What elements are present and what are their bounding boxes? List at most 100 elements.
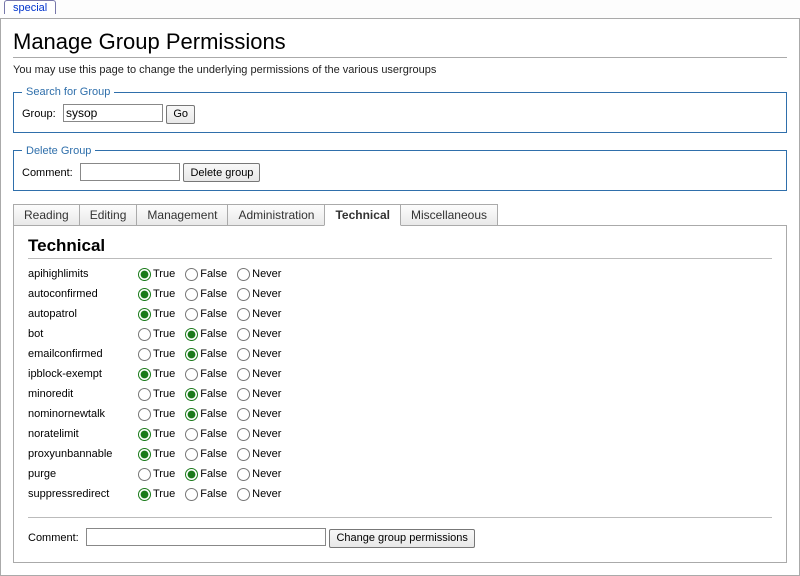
radio-label-t: True [153, 288, 175, 300]
radio-label-n: Never [252, 308, 281, 320]
radio-autopatrol-n[interactable] [237, 308, 250, 321]
group-search-input[interactable] [63, 104, 163, 122]
radio-nominornewtalk-t[interactable] [138, 408, 151, 421]
radio-label-f: False [200, 328, 227, 340]
radio-label-t: True [153, 348, 175, 360]
radio-minoredit-t[interactable] [138, 388, 151, 401]
radio-label-t: True [153, 488, 175, 500]
table-row: minoreditTrueFalseNever [28, 385, 291, 405]
permission-name: emailconfirmed [28, 345, 138, 365]
tab-reading[interactable]: Reading [13, 204, 80, 225]
radio-label-n: Never [252, 388, 281, 400]
permission-name: proxyunbannable [28, 445, 138, 465]
radio-purge-t[interactable] [138, 468, 151, 481]
radio-suppressredirect-n[interactable] [237, 488, 250, 501]
radio-suppressredirect-t[interactable] [138, 488, 151, 501]
radio-autoconfirmed-f[interactable] [185, 288, 198, 301]
tab-management[interactable]: Management [136, 204, 228, 225]
permission-name: autopatrol [28, 305, 138, 325]
category-tabs: ReadingEditingManagementAdministrationTe… [13, 203, 787, 225]
table-row: nominornewtalkTrueFalseNever [28, 405, 291, 425]
radio-label-t: True [153, 408, 175, 420]
table-row: noratelimitTrueFalseNever [28, 425, 291, 445]
permission-name: bot [28, 325, 138, 345]
tab-editing[interactable]: Editing [79, 204, 138, 225]
radio-proxyunbannable-f[interactable] [185, 448, 198, 461]
radio-label-f: False [200, 468, 227, 480]
radio-autoconfirmed-t[interactable] [138, 288, 151, 301]
radio-label-n: Never [252, 448, 281, 460]
table-row: purge True False Never [28, 465, 291, 485]
search-group-fieldset: Search for Group Group: Go [13, 86, 787, 133]
radio-emailconfirmed-t[interactable] [138, 348, 151, 361]
radio-label-n: Never [252, 348, 281, 360]
radio-ipblock-exempt-f[interactable] [185, 368, 198, 381]
radio-label-n: Never [252, 328, 281, 340]
tab-special[interactable]: special [4, 0, 56, 14]
radio-proxyunbannable-n[interactable] [237, 448, 250, 461]
radio-proxyunbannable-t[interactable] [138, 448, 151, 461]
permission-name: noratelimit [28, 425, 138, 445]
tab-administration[interactable]: Administration [227, 204, 325, 225]
page-body: Manage Group Permissions You may use thi… [0, 18, 800, 576]
tab-technical[interactable]: Technical [324, 204, 400, 226]
radio-autopatrol-t[interactable] [138, 308, 151, 321]
radio-bot-n[interactable] [237, 328, 250, 341]
radio-label-f: False [200, 288, 227, 300]
radio-noratelimit-t[interactable] [138, 428, 151, 441]
delete-group-fieldset: Delete Group Comment: Delete group [13, 145, 787, 192]
radio-label-t: True [153, 468, 175, 480]
radio-apihighlimits-t[interactable] [138, 268, 151, 281]
permission-name: ipblock-exempt [28, 365, 138, 385]
permission-name: nominornewtalk [28, 405, 138, 425]
radio-autoconfirmed-n[interactable] [237, 288, 250, 301]
delete-comment-input[interactable] [80, 163, 180, 181]
radio-label-n: Never [252, 488, 281, 500]
radio-purge-f[interactable] [185, 468, 198, 481]
radio-label-t: True [153, 368, 175, 380]
radio-label-n: Never [252, 368, 281, 380]
change-comment-label: Comment: [28, 532, 79, 544]
search-group-legend: Search for Group [22, 86, 114, 98]
radio-label-t: True [153, 268, 175, 280]
radio-label-n: Never [252, 268, 281, 280]
radio-suppressredirect-f[interactable] [185, 488, 198, 501]
radio-apihighlimits-n[interactable] [237, 268, 250, 281]
radio-apihighlimits-f[interactable] [185, 268, 198, 281]
radio-bot-t[interactable] [138, 328, 151, 341]
radio-noratelimit-f[interactable] [185, 428, 198, 441]
radio-bot-f[interactable] [185, 328, 198, 341]
radio-emailconfirmed-f[interactable] [185, 348, 198, 361]
delete-group-button[interactable]: Delete group [183, 163, 260, 182]
change-comment-input[interactable] [86, 528, 326, 546]
delete-comment-label: Comment: [22, 167, 73, 179]
radio-noratelimit-n[interactable] [237, 428, 250, 441]
radio-label-f: False [200, 368, 227, 380]
tab-miscellaneous[interactable]: Miscellaneous [400, 204, 498, 225]
table-row: autopatrolTrueFalseNever [28, 305, 291, 325]
radio-label-f: False [200, 408, 227, 420]
change-permissions-button[interactable]: Change group permissions [329, 529, 474, 548]
radio-purge-n[interactable] [237, 468, 250, 481]
search-group-label: Group: [22, 108, 56, 120]
permission-name: minoredit [28, 385, 138, 405]
go-button[interactable]: Go [166, 105, 195, 124]
radio-autopatrol-f[interactable] [185, 308, 198, 321]
radio-ipblock-exempt-n[interactable] [237, 368, 250, 381]
radio-label-t: True [153, 448, 175, 460]
radio-label-t: True [153, 328, 175, 340]
radio-emailconfirmed-n[interactable] [237, 348, 250, 361]
radio-label-n: Never [252, 468, 281, 480]
radio-label-f: False [200, 268, 227, 280]
radio-minoredit-f[interactable] [185, 388, 198, 401]
permission-name: apihighlimits [28, 265, 138, 285]
radio-label-f: False [200, 348, 227, 360]
radio-ipblock-exempt-t[interactable] [138, 368, 151, 381]
radio-minoredit-n[interactable] [237, 388, 250, 401]
radio-label-f: False [200, 488, 227, 500]
page-title: Manage Group Permissions [13, 29, 787, 58]
permissions-table: apihighlimitsTrueFalseNeverautoconfirmed… [28, 265, 291, 505]
permission-name: purge [28, 465, 138, 485]
radio-nominornewtalk-f[interactable] [185, 408, 198, 421]
radio-nominornewtalk-n[interactable] [237, 408, 250, 421]
